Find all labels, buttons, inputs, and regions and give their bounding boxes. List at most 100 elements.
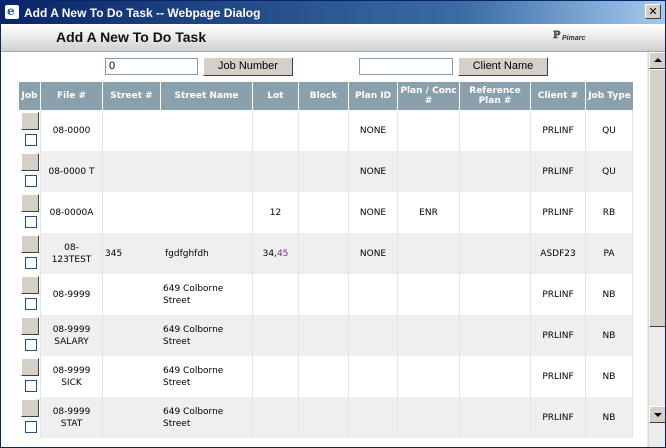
file-number: 08-9999 SICK xyxy=(41,356,103,397)
table-row: 08-0000 T NONE PRLINF QU xyxy=(19,151,633,192)
row-checkbox[interactable] xyxy=(25,134,37,146)
lot xyxy=(253,151,299,192)
lot xyxy=(253,356,299,397)
plan-id: NONE xyxy=(349,233,398,274)
job-number-button[interactable]: Job Number xyxy=(203,57,293,76)
client-number: PRLINF xyxy=(531,151,586,192)
title-bar[interactable]: e Add A New To Do Task -- Webpage Dialog… xyxy=(1,1,665,24)
row-checkbox[interactable] xyxy=(25,298,37,310)
job-type: NB xyxy=(586,315,633,356)
street-name: 649 Colborne Street xyxy=(161,274,253,315)
reference-plan xyxy=(460,233,531,274)
plan-id: NONE xyxy=(349,110,398,151)
page-title: Add A New To Do Task xyxy=(56,29,207,45)
reference-plan xyxy=(460,315,531,356)
select-row-button[interactable] xyxy=(21,235,39,253)
plan-conc xyxy=(398,110,460,151)
client-number: PRLINF xyxy=(531,110,586,151)
select-row-button[interactable] xyxy=(21,276,39,294)
job-type: NB xyxy=(586,356,633,397)
plan-conc: ENR xyxy=(398,192,460,233)
street-number xyxy=(103,397,161,438)
vertical-scrollbar[interactable] xyxy=(648,52,665,447)
street-number xyxy=(103,315,161,356)
dialog-header: Add A New To Do Task ℙ Pimarc xyxy=(1,24,665,52)
select-row-button[interactable] xyxy=(21,399,39,417)
row-checkbox[interactable] xyxy=(25,421,37,433)
results-area: 0 Job Number Client Name Job File # Stre… xyxy=(1,52,647,447)
job-type: NB xyxy=(586,397,633,438)
row-checkbox[interactable] xyxy=(25,175,37,187)
street-name: 649 Colborne Street xyxy=(161,397,253,438)
plan-conc xyxy=(398,274,460,315)
table-row: 08-0000 NONE PRLINF QU xyxy=(19,110,633,151)
table-row: 08-123TEST 345 fgdfghfdh 34, 45 NONE ASD… xyxy=(19,233,633,274)
row-checkbox[interactable] xyxy=(25,380,37,392)
plan-id xyxy=(349,356,398,397)
plan-conc xyxy=(398,315,460,356)
row-checkbox[interactable] xyxy=(25,257,37,269)
arrow-up-icon xyxy=(654,58,662,62)
table-row: 08-9999 SALARY 649 Colborne Street PRLIN… xyxy=(19,315,633,356)
plan-id xyxy=(349,397,398,438)
plan-id xyxy=(349,315,398,356)
file-number: 08-123TEST xyxy=(41,233,103,274)
col-street-name: Street Name xyxy=(161,82,253,110)
street-number xyxy=(103,151,161,192)
reference-plan xyxy=(460,151,531,192)
lot xyxy=(253,274,299,315)
street-number: 345 xyxy=(103,233,161,274)
row-checkbox[interactable] xyxy=(25,339,37,351)
scroll-thumb[interactable] xyxy=(649,69,665,327)
file-number: 08-9999 STAT xyxy=(41,397,103,438)
street-name xyxy=(161,192,253,233)
job-type: QU xyxy=(586,151,633,192)
block xyxy=(299,192,349,233)
scroll-down-button[interactable] xyxy=(649,406,665,423)
job-number-input[interactable]: 0 xyxy=(105,58,198,75)
arrow-down-icon xyxy=(654,413,662,417)
lot: 34, 45 xyxy=(253,233,299,274)
client-name-button[interactable]: Client Name xyxy=(458,57,548,76)
col-job-type: Job Type xyxy=(586,82,633,110)
lot xyxy=(253,397,299,438)
table-row: 08-9999 STAT 649 Colborne Street PRLINF … xyxy=(19,397,633,438)
plan-conc xyxy=(398,356,460,397)
street-number xyxy=(103,356,161,397)
col-block: Block xyxy=(299,82,349,110)
street-name xyxy=(161,151,253,192)
close-button[interactable]: ✕ xyxy=(645,4,661,19)
plan-conc xyxy=(398,233,460,274)
select-row-button[interactable] xyxy=(21,317,39,335)
lot: 12 xyxy=(253,192,299,233)
select-row-button[interactable] xyxy=(21,358,39,376)
plan-id: NONE xyxy=(349,151,398,192)
col-street-no: Street # xyxy=(103,82,161,110)
file-number: 08-0000 xyxy=(41,110,103,151)
pimarc-logo: ℙ Pimarc xyxy=(553,30,589,46)
col-job: Job xyxy=(19,82,41,110)
client-name-input[interactable] xyxy=(359,58,453,75)
client-number: PRLINF xyxy=(531,397,586,438)
row-checkbox[interactable] xyxy=(25,216,37,228)
window-title: Add A New To Do Task -- Webpage Dialog xyxy=(24,6,261,20)
client-number: ASDF23 xyxy=(531,233,586,274)
block xyxy=(299,110,349,151)
block xyxy=(299,356,349,397)
table-row: 08-9999 SICK 649 Colborne Street PRLINF … xyxy=(19,356,633,397)
lot xyxy=(253,110,299,151)
street-name xyxy=(161,110,253,151)
select-row-button[interactable] xyxy=(21,153,39,171)
street-name: fgdfghfdh xyxy=(161,233,253,274)
scroll-up-button[interactable] xyxy=(649,52,665,69)
logo-mark-icon: ℙ xyxy=(553,30,561,41)
select-row-button[interactable] xyxy=(21,112,39,130)
select-row-button[interactable] xyxy=(21,194,39,212)
job-type: PA xyxy=(586,233,633,274)
plan-id xyxy=(349,274,398,315)
street-name: 649 Colborne Street xyxy=(161,315,253,356)
col-lot: Lot xyxy=(253,82,299,110)
col-plan-id: Plan ID xyxy=(349,82,398,110)
job-type: NB xyxy=(586,274,633,315)
job-type: QU xyxy=(586,110,633,151)
